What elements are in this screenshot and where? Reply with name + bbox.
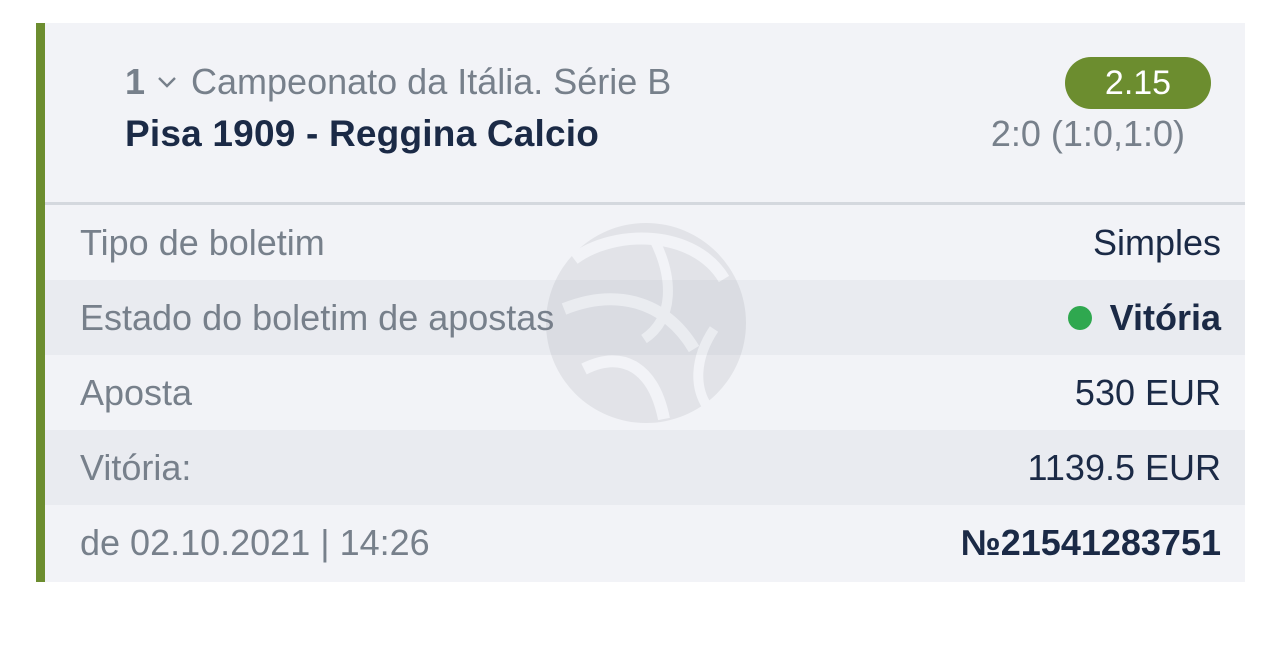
stake-label: Aposta	[80, 371, 193, 413]
status-dot-icon	[1067, 305, 1092, 330]
bet-number[interactable]: №21541283751	[961, 522, 1221, 564]
match-score: 2:0 (1:0,1:0)	[990, 113, 1185, 154]
bet-status-label: Estado do boletim de apostas	[80, 296, 555, 338]
league-line: 1 Campeonato da Itália. Série B	[125, 61, 671, 103]
bet-header[interactable]: 1 Campeonato da Itália. Série B Pisa 190…	[45, 23, 1245, 203]
chevron-down-icon[interactable]	[155, 70, 179, 94]
row-bet-type: Tipo de boletim Simples	[45, 205, 1245, 280]
bet-date: de 02.10.2021 | 14:26	[80, 521, 430, 563]
bet-details: Tipo de boletim Simples Estado do boleti…	[45, 205, 1245, 580]
match-title: Pisa 1909 - Reggina Calcio	[125, 113, 600, 154]
winnings-label: Vitória:	[80, 446, 192, 488]
odds-badge: 2.15	[1065, 57, 1211, 109]
bet-card: 1 Campeonato da Itália. Série B Pisa 190…	[36, 23, 1245, 582]
row-date-number: de 02.10.2021 | 14:26 №21541283751	[45, 505, 1245, 580]
stake-value: 530 EUR	[1074, 371, 1221, 413]
winnings-value: 1139.5 EUR	[1027, 446, 1221, 488]
bet-type-value: Simples	[1092, 221, 1221, 263]
bet-status: Vitória	[1067, 296, 1221, 339]
event-number: 1	[125, 61, 146, 102]
row-winnings: Vitória: 1139.5 EUR	[45, 430, 1245, 505]
row-bet-status: Estado do boletim de apostas Vitória	[45, 280, 1245, 355]
accent-bar	[36, 23, 45, 582]
bet-type-label: Tipo de boletim	[80, 221, 325, 263]
bet-status-value: Vitória	[1109, 296, 1221, 338]
league-name: Campeonato da Itália. Série B	[191, 61, 672, 102]
row-stake: Aposta 530 EUR	[45, 355, 1245, 430]
